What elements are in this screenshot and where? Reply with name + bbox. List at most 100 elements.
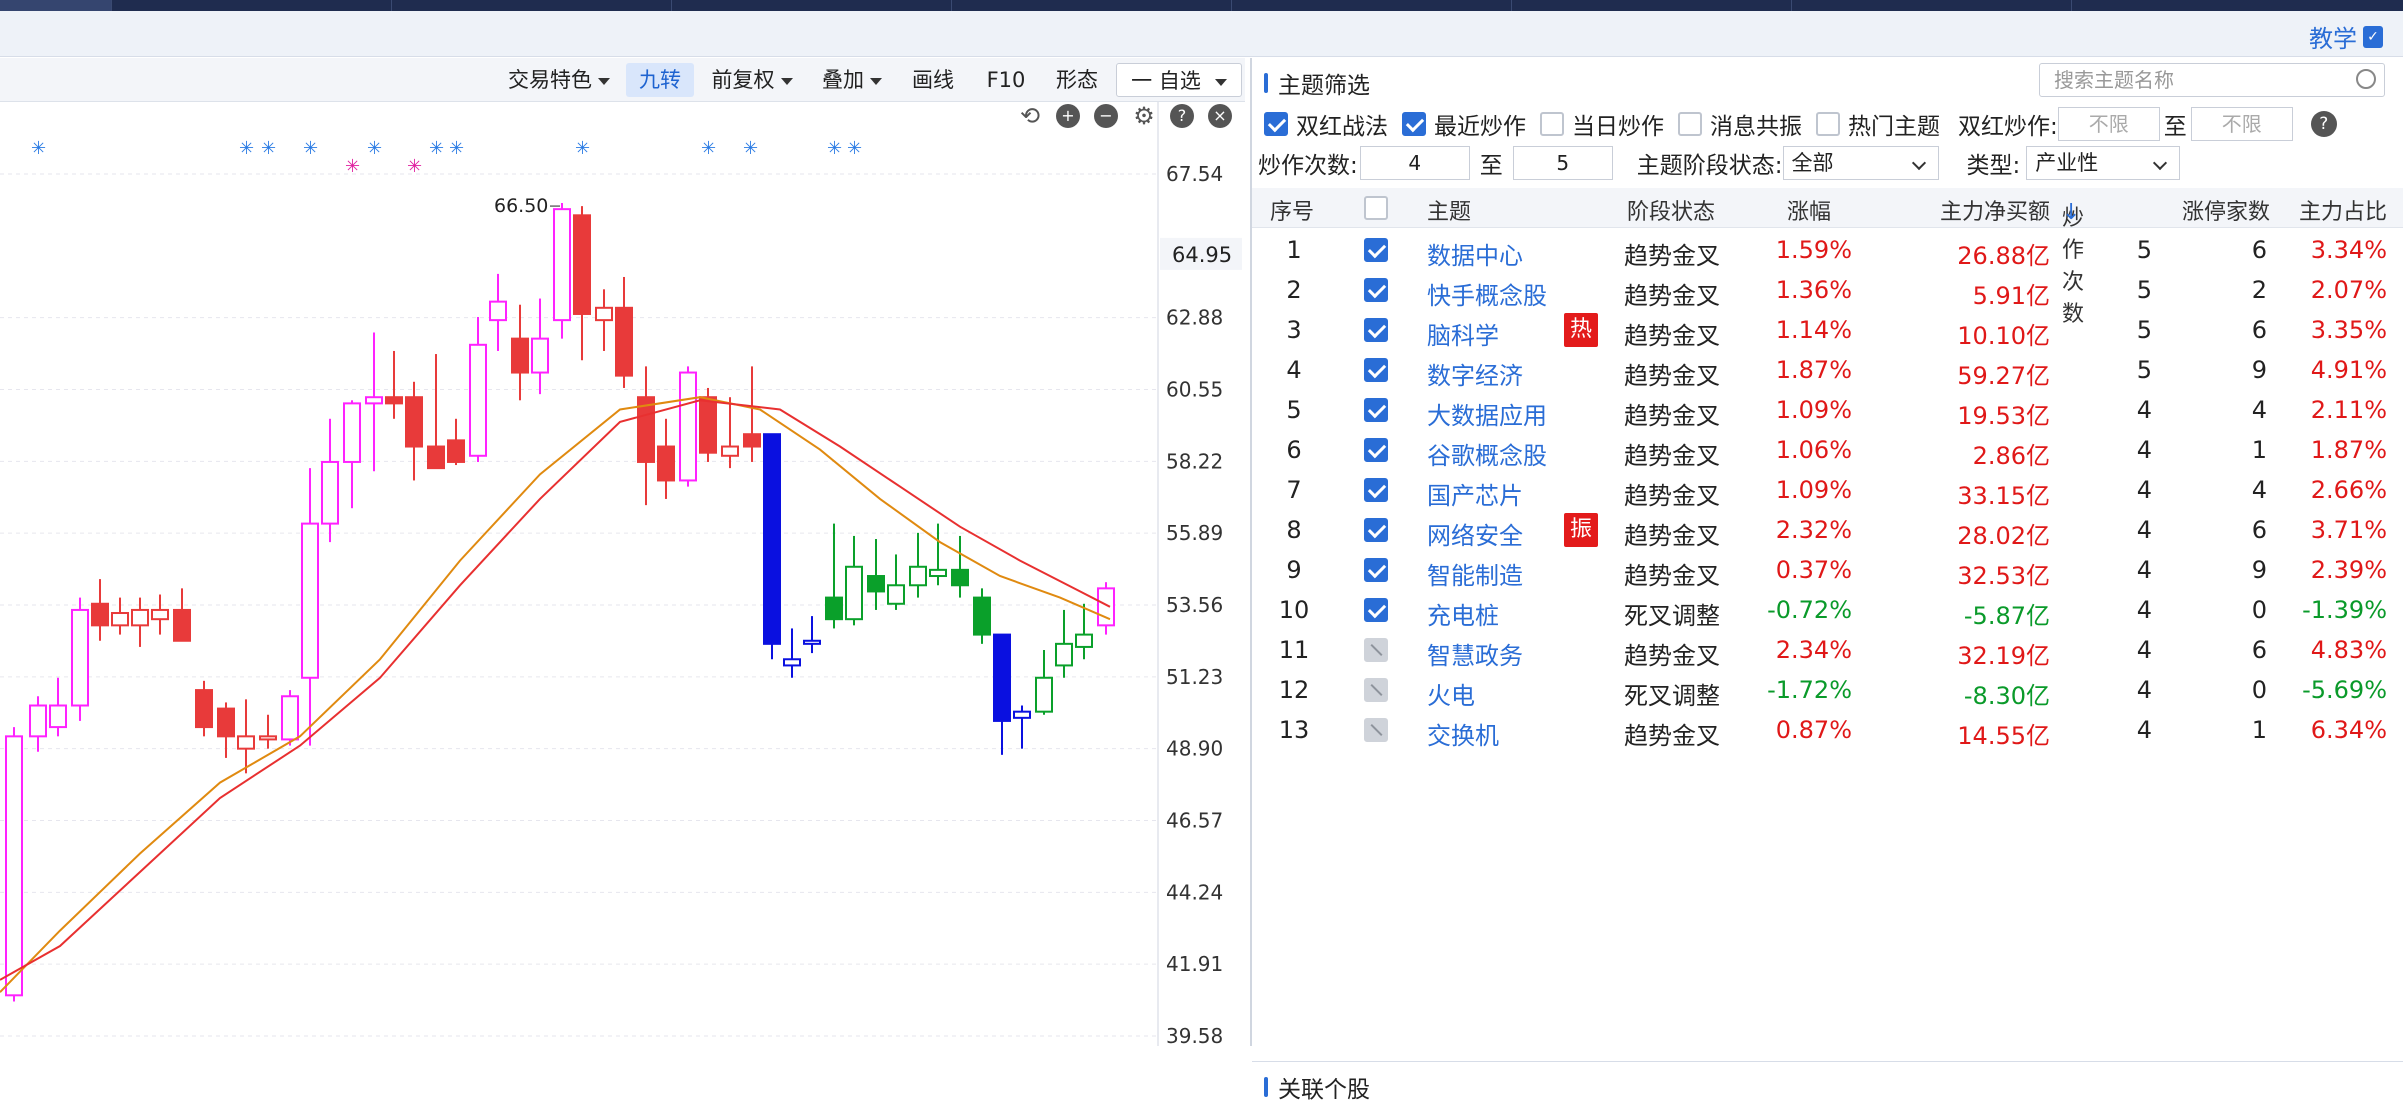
table-row[interactable]: 11 智慧政务 趋势金叉 2.34% 32.19亿 4 6 4.83% — [1252, 630, 2403, 670]
net-buy: 32.19亿 — [1957, 642, 2050, 670]
kline-chart[interactable]: 67.54 62.88 60.55 58.22 55.89 53.56 51.23 48.90… — [0, 102, 1245, 1046]
theme-name-link[interactable]: 网络安全 — [1427, 516, 1523, 551]
count-to-input[interactable]: 5 — [1512, 146, 1613, 180]
theme-name-link[interactable]: 快手概念股 — [1427, 276, 1547, 311]
overlay-dropdown[interactable]: 叠加 — [812, 63, 892, 97]
row-checkbox[interactable] — [1364, 398, 1388, 422]
row-checkbox[interactable] — [1364, 318, 1388, 342]
hype-max-input[interactable]: 不限 — [2190, 107, 2293, 141]
col-stage[interactable]: 阶段状态 — [1627, 194, 1715, 226]
table-row[interactable]: 6 谷歌概念股 趋势金叉 1.06% 2.86亿 4 1 1.87% — [1252, 430, 2403, 470]
stage-select[interactable]: 全部 — [1782, 146, 1939, 180]
main-ratio: 3.35% — [2310, 316, 2387, 344]
pattern-button[interactable]: 形态 — [1044, 63, 1110, 97]
double-red-checkbox[interactable] — [1264, 112, 1288, 136]
table-row[interactable]: 8 网络安全 振趋势金叉 2.32% 28.02亿 4 6 3.71% — [1252, 510, 2403, 550]
gear-icon[interactable]: ⚙ — [1132, 104, 1156, 128]
strip-tab[interactable] — [952, 0, 1232, 11]
search-icon[interactable] — [2356, 69, 2376, 89]
today-checkbox[interactable] — [1540, 112, 1564, 136]
hot-checkbox[interactable] — [1816, 112, 1840, 136]
select-all-checkbox[interactable] — [1364, 196, 1388, 220]
table-row[interactable]: 5 大数据应用 趋势金叉 1.09% 19.53亿 4 4 2.11% — [1252, 390, 2403, 430]
theme-name-link[interactable]: 脑科学 — [1427, 316, 1499, 351]
resonance-checkbox[interactable] — [1678, 112, 1702, 136]
theme-name-link[interactable]: 谷歌概念股 — [1427, 436, 1547, 471]
hype-min-input[interactable]: 不限 — [2057, 107, 2160, 141]
nine-turn-button[interactable]: 九转 — [626, 63, 694, 97]
draw-line-button[interactable]: 画线 — [900, 63, 966, 97]
col-net-buy[interactable]: 主力净买额 — [1862, 194, 2050, 226]
overlay-label: 叠加 — [822, 68, 864, 92]
limit-up-count: 9 — [2251, 556, 2267, 584]
candle-body — [951, 568, 969, 587]
theme-name-link[interactable]: 大数据应用 — [1427, 396, 1547, 431]
trade-features-dropdown[interactable]: 交易特色 — [498, 63, 620, 97]
theme-name-link[interactable]: 智能制造 — [1427, 556, 1523, 591]
help-icon[interactable]: ? — [2310, 111, 2337, 137]
strip-tab[interactable] — [1512, 0, 1792, 11]
table-row[interactable]: 3 脑科学 热趋势金叉 1.14% 10.10亿 5 6 3.35% — [1252, 310, 2403, 350]
row-checkbox[interactable] — [1364, 558, 1388, 582]
watchlist-button[interactable]: 一 自选 — [1116, 63, 1242, 97]
col-theme[interactable]: 主题 — [1427, 194, 1471, 226]
strip-tab[interactable] — [1792, 0, 2072, 11]
row-index: 3 — [1286, 316, 1302, 344]
table-row[interactable]: 4 数字经济 趋势金叉 1.87% 59.27亿 5 9 4.91% — [1252, 350, 2403, 390]
col-main-ratio[interactable]: 主力占比 — [2260, 194, 2387, 226]
theme-search-input[interactable]: 搜索主题名称 — [2039, 63, 2385, 97]
teach-button[interactable]: 教学 ✓ — [2309, 19, 2383, 54]
col-limit-up[interactable]: 涨停家数 — [2182, 194, 2270, 226]
resonance-label: 消息共振 — [1710, 114, 1802, 140]
theme-name-link[interactable]: 数字经济 — [1427, 356, 1523, 391]
theme-filter-panel: 主题筛选 搜索主题名称 双红战法 最近炒作 当日炒作 消息共振 热门主题 双红炒… — [1250, 58, 2403, 1104]
row-checkbox[interactable] — [1364, 478, 1388, 502]
recent-checkbox[interactable] — [1402, 112, 1426, 136]
strip-tab[interactable] — [112, 0, 392, 11]
table-row[interactable]: 10 充电桩 死叉调整 -0.72% -5.87亿 4 0 -1.39% — [1252, 590, 2403, 630]
theme-name-link[interactable]: 充电桩 — [1427, 596, 1499, 631]
strip-tab[interactable] — [1232, 0, 1512, 11]
row-checkbox[interactable] — [1364, 438, 1388, 462]
col-change[interactable]: 涨幅 — [1787, 194, 1831, 226]
table-row[interactable]: 9 智能制造 趋势金叉 0.37% 32.53亿 4 9 2.39% — [1252, 550, 2403, 590]
candle-body — [531, 337, 549, 374]
row-checkbox[interactable] — [1364, 718, 1388, 742]
row-checkbox[interactable] — [1364, 358, 1388, 382]
table-row[interactable]: 13 交换机 趋势金叉 0.87% 14.55亿 4 1 6.34% — [1252, 710, 2403, 750]
caret-down-icon — [598, 77, 610, 85]
theme-name-link[interactable]: 智慧政务 — [1427, 636, 1523, 671]
row-checkbox[interactable] — [1364, 678, 1388, 702]
row-checkbox[interactable] — [1364, 278, 1388, 302]
table-row[interactable]: 12 火电 死叉调整 -1.72% -8.30亿 4 0 -5.69% — [1252, 670, 2403, 710]
row-checkbox[interactable] — [1364, 638, 1388, 662]
close-icon[interactable]: × — [1208, 104, 1232, 128]
row-checkbox[interactable] — [1364, 598, 1388, 622]
theme-name-link[interactable]: 国产芯片 — [1427, 476, 1523, 511]
table-row[interactable]: 2 快手概念股 趋势金叉 1.36% 5.91亿 5 2 2.07% — [1252, 270, 2403, 310]
theme-name-link[interactable]: 火电 — [1427, 676, 1475, 711]
table-row[interactable]: 7 国产芯片 趋势金叉 1.09% 33.15亿 4 4 2.66% — [1252, 470, 2403, 510]
nine-turn-star-icon: ✳ — [575, 138, 590, 159]
help-icon[interactable]: ? — [1170, 104, 1194, 128]
row-checkbox[interactable] — [1364, 238, 1388, 262]
theme-name-link[interactable]: 交换机 — [1427, 716, 1499, 751]
type-select[interactable]: 产业性 — [2026, 146, 2181, 180]
candle-body — [489, 300, 507, 322]
table-row[interactable]: 1 数据中心 趋势金叉 1.59% 26.88亿 5 6 3.34% — [1252, 230, 2403, 270]
strip-tab[interactable] — [672, 0, 952, 11]
refresh-icon[interactable]: ⟲ — [1018, 104, 1042, 128]
candle-body — [615, 306, 633, 377]
zoom-in-icon[interactable]: + — [1056, 104, 1080, 128]
theme-name-link[interactable]: 数据中心 — [1427, 236, 1523, 271]
row-checkbox[interactable] — [1364, 518, 1388, 542]
f10-button[interactable]: F10 — [976, 63, 1036, 97]
stage-status: 趋势金叉 — [1624, 722, 1720, 750]
count-from-input[interactable]: 4 — [1359, 146, 1470, 180]
strip-tab[interactable] — [392, 0, 672, 11]
nine-turn-star-icon: ✳ — [31, 138, 46, 159]
strip-tab[interactable] — [0, 0, 112, 11]
forward-adjust-dropdown[interactable]: 前复权 — [702, 63, 802, 97]
zoom-out-icon[interactable]: − — [1094, 104, 1118, 128]
row-index: 9 — [1286, 556, 1302, 584]
